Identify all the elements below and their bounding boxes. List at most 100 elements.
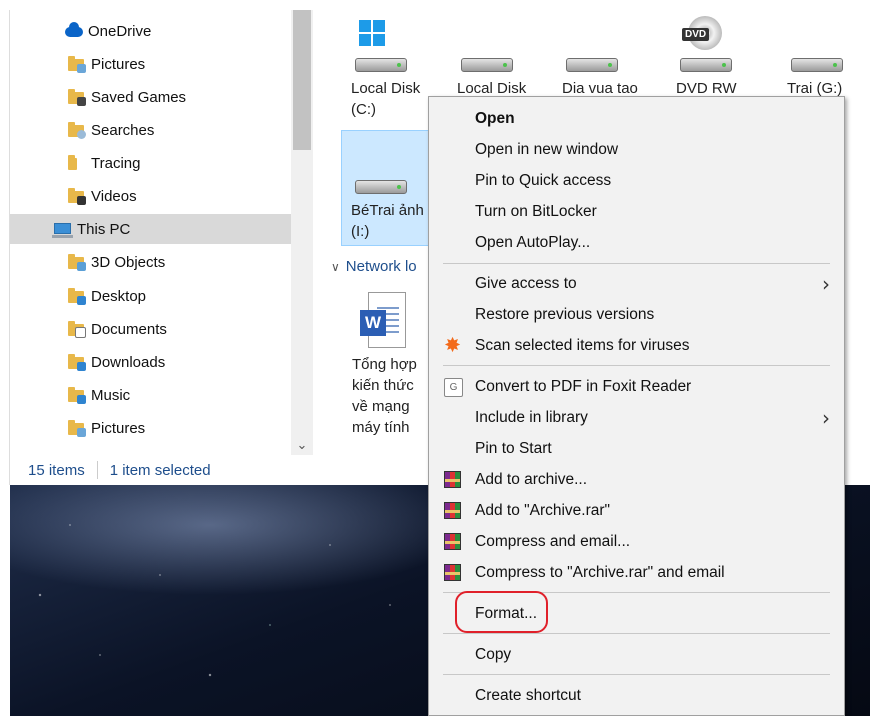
nav-item-label: Pictures	[91, 55, 146, 73]
foxit-icon: G	[444, 378, 463, 397]
folder-icon	[68, 155, 84, 171]
menu-item-convert-pdf[interactable]: G Convert to PDF in Foxit Reader	[429, 371, 844, 402]
nav-item-label: Desktop	[91, 287, 147, 305]
hard-drive-icon	[787, 38, 843, 72]
menu-separator	[443, 263, 830, 264]
file-name-line: máy tính	[352, 419, 410, 436]
scrollbar-thumb[interactable]	[293, 10, 311, 150]
winrar-icon	[444, 533, 461, 550]
file-name-line: Tổng hợp	[352, 356, 417, 373]
menu-item-add-archive[interactable]: Add to archive...	[429, 464, 844, 495]
word-badge: W	[360, 310, 386, 336]
system-drive-icon	[351, 20, 407, 72]
network-locations-header[interactable]: ∨ Network lo	[331, 258, 417, 275]
music-folder-icon	[68, 387, 86, 404]
menu-item-label: Pin to Start	[475, 439, 552, 457]
nav-item-downloads[interactable]: Downloads	[68, 347, 165, 377]
menu-item-include-library[interactable]: Include in library ›	[429, 402, 844, 433]
nav-item-label: 3D Objects	[91, 253, 166, 271]
drive-dvd-rw[interactable]: DVD DVD RW	[676, 16, 756, 99]
drive-local-disk[interactable]: Local Disk	[457, 38, 537, 99]
pictures-folder-icon	[68, 56, 86, 73]
drive-dia-vua-tao[interactable]: Dia vua tao	[562, 38, 642, 99]
menu-item-open[interactable]: Open	[429, 103, 844, 134]
nav-item-pictures[interactable]: Pictures	[68, 49, 145, 79]
desktop-folder-icon	[68, 288, 86, 305]
menu-item-restore-versions[interactable]: Restore previous versions	[429, 299, 844, 330]
videos-folder-icon	[68, 188, 86, 205]
selection-count: 1 item selected	[109, 461, 211, 479]
status-divider	[96, 461, 98, 479]
menu-item-label: Restore previous versions	[475, 305, 655, 323]
navigation-pane: OneDrive Pictures Saved Games Searches T…	[10, 10, 291, 455]
menu-item-give-access[interactable]: Give access to ›	[429, 268, 844, 299]
menu-separator	[443, 365, 830, 366]
nav-item-3d-objects[interactable]: 3D Objects	[68, 247, 165, 277]
menu-item-compress-rar-email[interactable]: Compress to "Archive.rar" and email	[429, 557, 844, 588]
nav-item-onedrive[interactable]: OneDrive	[65, 16, 151, 46]
downloads-folder-icon	[68, 354, 86, 371]
menu-item-label: Add to archive...	[475, 470, 588, 488]
submenu-arrow-icon: ›	[822, 405, 830, 430]
menu-item-add-archive-rar[interactable]: Add to "Archive.rar"	[429, 495, 844, 526]
this-pc-icon	[52, 221, 73, 238]
file-name-line: về mạng	[352, 398, 410, 415]
nav-item-documents[interactable]: Documents	[68, 314, 167, 344]
nav-item-pictures-2[interactable]: Pictures	[68, 413, 145, 443]
drive-trai-g[interactable]: Trai (G:)	[787, 38, 867, 99]
menu-item-label: Convert to PDF in Foxit Reader	[475, 377, 692, 395]
dvd-badge: DVD	[682, 28, 710, 41]
menu-separator	[443, 674, 830, 675]
menu-item-open-new-window[interactable]: Open in new window	[429, 134, 844, 165]
nav-item-label: Tracing	[91, 154, 141, 172]
menu-item-label: Open AutoPlay...	[475, 233, 591, 251]
menu-separator	[443, 633, 830, 634]
nav-item-searches[interactable]: Searches	[68, 115, 154, 145]
searches-folder-icon	[68, 122, 86, 139]
pictures-folder-icon	[68, 420, 86, 437]
menu-item-label: Copy	[475, 645, 512, 663]
word-document-file[interactable]: W Tổng hợp kiến thức về mạng máy tính	[352, 292, 432, 438]
3d-objects-folder-icon	[68, 254, 86, 271]
drive-c[interactable]: Local Disk (C:)	[351, 20, 431, 120]
saved-games-folder-icon	[68, 89, 86, 106]
nav-item-label: Saved Games	[91, 88, 187, 106]
menu-item-scan-viruses[interactable]: ✸ Scan selected items for viruses	[429, 330, 844, 361]
word-document-icon: W	[360, 292, 406, 348]
winrar-icon	[444, 564, 461, 581]
nav-item-saved-games[interactable]: Saved Games	[68, 82, 186, 112]
drive-label: Local Disk	[351, 80, 421, 97]
nav-item-this-pc[interactable]: This PC	[10, 214, 291, 244]
nav-item-label: This PC	[77, 220, 131, 238]
winrar-icon	[444, 502, 461, 519]
scroll-down-chevron-icon[interactable]: ⌄	[293, 437, 311, 453]
menu-item-label: Create shortcut	[475, 686, 581, 704]
menu-item-label: Compress and email...	[475, 532, 631, 550]
menu-item-label: Turn on BitLocker	[475, 202, 597, 220]
menu-item-pin-quick-access[interactable]: Pin to Quick access	[429, 165, 844, 196]
menu-item-autoplay[interactable]: Open AutoPlay...	[429, 227, 844, 258]
hard-drive-icon	[457, 38, 513, 72]
documents-folder-icon	[68, 321, 86, 338]
nav-scrollbar[interactable]: ⌄	[291, 10, 313, 455]
menu-item-pin-start[interactable]: Pin to Start	[429, 433, 844, 464]
menu-item-label: Open	[475, 109, 515, 127]
menu-item-create-shortcut[interactable]: Create shortcut	[429, 680, 844, 711]
submenu-arrow-icon: ›	[822, 271, 830, 296]
file-name-line: kiến thức	[352, 377, 414, 394]
network-header-label: Network lo	[345, 258, 417, 275]
drive-betrai-anh[interactable]: BéTrai ảnh (I:)	[351, 160, 431, 242]
format-annotation-circle	[455, 591, 548, 633]
nav-item-desktop[interactable]: Desktop	[68, 281, 146, 311]
menu-item-label: Scan selected items for viruses	[475, 336, 690, 354]
drive-label: BéTrai ảnh	[351, 202, 424, 219]
menu-item-compress-email[interactable]: Compress and email...	[429, 526, 844, 557]
menu-item-label: Open in new window	[475, 140, 619, 158]
menu-item-bitlocker[interactable]: Turn on BitLocker	[429, 196, 844, 227]
nav-item-label: Downloads	[91, 353, 166, 371]
hard-drive-icon	[351, 160, 407, 194]
nav-item-videos[interactable]: Videos	[68, 181, 137, 211]
nav-item-music[interactable]: Music	[68, 380, 130, 410]
nav-item-tracing[interactable]: Tracing	[68, 148, 140, 178]
menu-item-copy[interactable]: Copy	[429, 639, 844, 670]
